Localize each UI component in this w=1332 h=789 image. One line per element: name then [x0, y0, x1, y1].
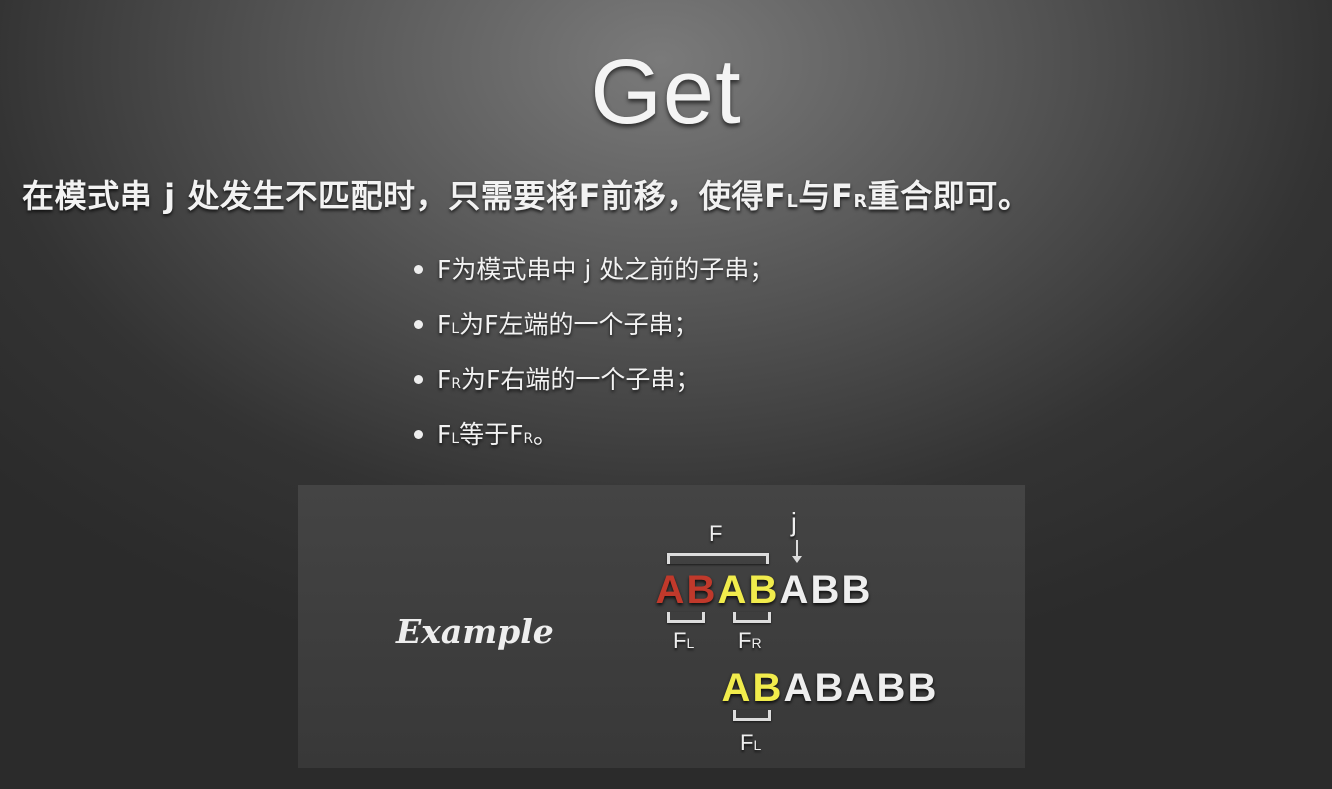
pattern-letter: A	[721, 666, 752, 710]
subtitle-text-3: 重合即可。	[867, 177, 1031, 215]
bullet-subscript: L	[451, 431, 460, 447]
bullet-item: FL为F左端的一个子串；	[414, 305, 774, 360]
slide-title: Get	[590, 41, 742, 143]
bullet-text: F	[437, 310, 452, 339]
bullet-icon	[414, 319, 423, 329]
bullet-item: FL等于FR。	[414, 415, 774, 470]
fr-label: FR	[738, 628, 762, 654]
pattern-letter: B	[686, 568, 717, 612]
subtitle-text-1: 在模式串 j 处发生不匹配时，只需要将F前移，使得F	[22, 177, 787, 215]
bullet-subscript: R	[523, 431, 534, 447]
bullet-text: F	[437, 420, 452, 449]
down-arrow-icon	[792, 540, 802, 563]
fl-label: FL	[673, 628, 694, 654]
pattern-letter: A	[717, 568, 748, 612]
bullet-item: FR为F右端的一个子串；	[414, 360, 774, 415]
bullet-text: F为模式串中 j 处之前的子串；	[437, 255, 775, 284]
bullet-text: 为F右端的一个子串；	[460, 365, 701, 394]
pattern-letter: B	[810, 568, 841, 612]
pattern-row-shifted: ABABABB	[721, 666, 938, 711]
fr-main: F	[738, 628, 752, 653]
fr-bracket	[733, 612, 771, 623]
fl-main: F	[673, 628, 687, 653]
subtitle-sub-r: R	[853, 192, 868, 212]
subtitle-sub-l: L	[786, 192, 799, 212]
bullet-icon	[414, 374, 423, 384]
example-label: Example	[396, 612, 554, 651]
bullet-text: 。	[533, 420, 559, 449]
subtitle-text-2: 与F	[798, 177, 854, 215]
pattern-letter: B	[876, 666, 907, 710]
bullet-subscript: L	[451, 321, 460, 337]
bullet-text: F	[437, 365, 452, 394]
fl-bracket	[667, 612, 705, 623]
pattern-letter: B	[752, 666, 783, 710]
fl-sub: L	[686, 635, 695, 651]
bullet-icon	[414, 429, 423, 439]
bullet-text: 等于F	[459, 420, 524, 449]
fl2-sub: L	[753, 737, 762, 753]
pattern-letter: A	[845, 666, 876, 710]
pattern-letter: B	[748, 568, 779, 612]
example-panel: Example F j ABABABB FL FR ABABABB FL	[298, 485, 1025, 768]
pattern-row-original: ABABABB	[655, 568, 872, 613]
pattern-letter: B	[907, 666, 938, 710]
pattern-letter: B	[841, 568, 872, 612]
bullet-item: F为模式串中 j 处之前的子串；	[414, 250, 774, 305]
pattern-letter: B	[814, 666, 845, 710]
fl-bracket-shifted	[733, 710, 771, 721]
fl-label-shifted: FL	[740, 730, 761, 756]
bullet-text: 为F左端的一个子串；	[459, 310, 699, 339]
bullet-list: F为模式串中 j 处之前的子串； FL为F左端的一个子串； FR为F右端的一个子…	[414, 250, 774, 470]
bullet-subscript: R	[451, 376, 461, 392]
f-bracket	[667, 553, 769, 564]
j-label: j	[791, 507, 797, 537]
pattern-letter: A	[779, 568, 810, 612]
pattern-letter: A	[655, 568, 686, 612]
f-label: F	[709, 521, 723, 546]
slide-subtitle: 在模式串 j 处发生不匹配时，只需要将F前移，使得FL与FR重合即可。	[22, 171, 1031, 217]
pattern-letter: A	[783, 666, 814, 710]
bullet-icon	[414, 264, 423, 274]
fl2-main: F	[740, 730, 754, 755]
fr-sub: R	[751, 635, 762, 651]
